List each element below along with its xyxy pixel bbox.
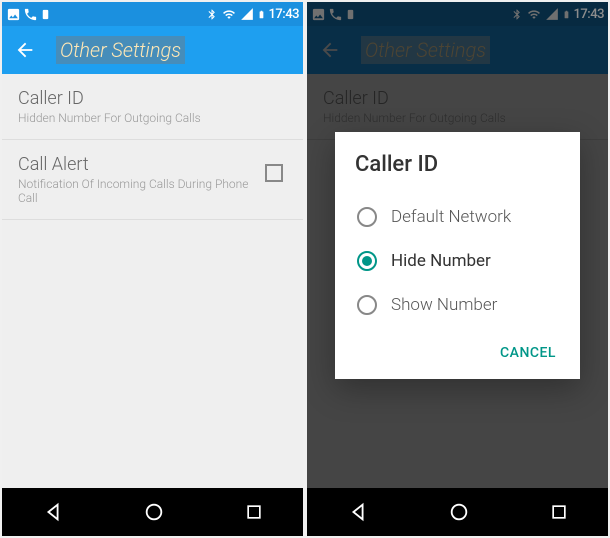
setting-title: Call Alert — [18, 154, 265, 175]
radio-option-show[interactable]: Show Number — [355, 283, 560, 327]
status-bar: 17:43 — [2, 2, 303, 26]
radio-option-default[interactable]: Default Network — [355, 195, 560, 239]
radio-option-hide[interactable]: Hide Number — [355, 239, 560, 283]
app-bar: Other Settings — [2, 26, 303, 74]
phone-right: 17:43 Other Settings Caller ID Hidden Nu… — [307, 2, 608, 536]
radio-icon — [357, 295, 377, 315]
wifi-icon — [221, 8, 237, 21]
status-time: 17:43 — [269, 7, 299, 22]
nav-recent-button[interactable] — [549, 502, 569, 522]
bluetooth-icon — [206, 7, 218, 22]
setting-title: Caller ID — [18, 88, 287, 109]
signal-icon — [240, 7, 254, 21]
battery-icon — [257, 7, 266, 22]
setting-subtitle: Hidden Number For Outgoing Calls — [18, 111, 287, 125]
phone-icon — [23, 7, 38, 22]
call-alert-checkbox[interactable] — [265, 164, 283, 182]
radio-label: Show Number — [391, 295, 497, 315]
settings-list: Caller ID Hidden Number For Outgoing Cal… — [2, 74, 303, 488]
nav-back-button[interactable] — [347, 501, 369, 523]
device-icon — [40, 7, 51, 22]
nav-recent-button[interactable] — [244, 502, 264, 522]
nav-home-button[interactable] — [143, 501, 165, 523]
phone-left: 17:43 Other Settings Caller ID Hidden Nu… — [2, 2, 303, 536]
nav-bar — [2, 488, 303, 536]
nav-home-button[interactable] — [448, 501, 470, 523]
radio-label: Hide Number — [391, 251, 491, 271]
image-icon — [6, 7, 21, 22]
setting-subtitle: Notification Of Incoming Calls During Ph… — [18, 177, 265, 205]
radio-label: Default Network — [391, 207, 511, 227]
call-alert-setting[interactable]: Call Alert Notification Of Incoming Call… — [2, 140, 303, 220]
back-arrow-icon[interactable] — [14, 39, 36, 61]
nav-bar — [307, 488, 608, 536]
nav-back-button[interactable] — [42, 501, 64, 523]
cancel-button[interactable]: CANCEL — [496, 337, 560, 369]
radio-icon — [357, 251, 377, 271]
dialog-title: Caller ID — [355, 152, 560, 177]
radio-icon — [357, 207, 377, 227]
caller-id-setting[interactable]: Caller ID Hidden Number For Outgoing Cal… — [2, 74, 303, 140]
caller-id-dialog: Caller ID Default Network Hide Number Sh… — [335, 132, 580, 379]
page-title: Other Settings — [56, 36, 185, 64]
